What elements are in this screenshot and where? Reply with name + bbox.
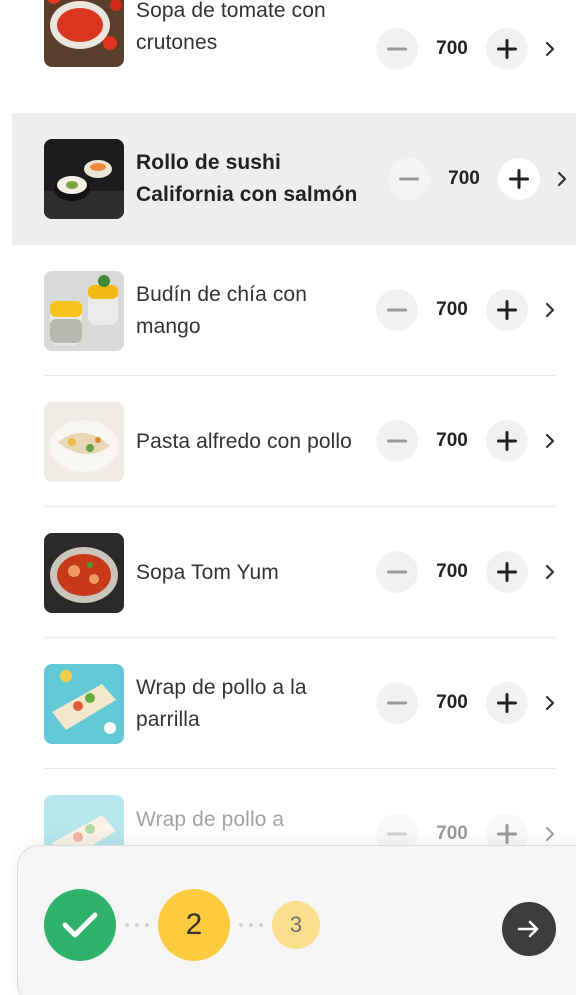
chevron-right-icon[interactable]: [542, 432, 558, 450]
decrease-button[interactable]: [376, 289, 418, 331]
decrease-button[interactable]: [388, 158, 430, 200]
list-item[interactable]: Budín de chía con mango 700: [0, 245, 576, 376]
plus-icon: [497, 562, 517, 582]
step-current[interactable]: 2: [158, 889, 230, 961]
step-upcoming[interactable]: 3: [272, 901, 320, 949]
chevron-right-icon[interactable]: [554, 170, 570, 188]
dish-photo: [44, 139, 124, 219]
increase-button[interactable]: [486, 551, 528, 593]
quantity-value: 700: [436, 38, 468, 59]
plus-icon: [497, 39, 517, 59]
chevron-right-icon[interactable]: [542, 825, 558, 843]
plus-icon: [497, 431, 517, 451]
plus-icon: [509, 169, 529, 189]
dish-photo: [44, 401, 124, 482]
plus-icon: [497, 824, 517, 844]
dish-photo: [44, 663, 124, 744]
quantity-value: 700: [436, 430, 468, 451]
dish-photo: [44, 0, 124, 67]
increase-button[interactable]: [486, 28, 528, 70]
menu-list: Sopa de tomate con crutones 700 Rollo de…: [0, 0, 576, 900]
dish-photo: [44, 532, 124, 613]
progress-steps: 2 3: [44, 888, 320, 962]
dish-name: Pasta alfredo con pollo: [136, 429, 352, 453]
increase-button[interactable]: [486, 682, 528, 724]
quantity-value: 700: [436, 823, 468, 844]
minus-icon: [387, 308, 407, 312]
checkout-progress-panel: 2 3: [17, 845, 576, 995]
quantity-value: 700: [436, 299, 468, 320]
quantity-stepper: 700: [376, 28, 528, 70]
quantity-value: 700: [436, 692, 468, 713]
chevron-right-icon[interactable]: [542, 40, 558, 58]
quantity-value: 700: [436, 561, 468, 582]
minus-icon: [387, 570, 407, 574]
minus-icon: [387, 832, 407, 836]
chevron-right-icon[interactable]: [542, 563, 558, 581]
decrease-button[interactable]: [376, 551, 418, 593]
dish-name: Sopa de tomate con crutones: [136, 0, 326, 54]
dish-name: Sopa Tom Yum: [136, 560, 279, 584]
list-item[interactable]: Pasta alfredo con pollo 700: [0, 376, 576, 507]
quantity-value: 700: [448, 168, 480, 189]
list-item[interactable]: Sopa Tom Yum 700: [0, 507, 576, 638]
dish-photo: [44, 270, 124, 351]
dish-name: Budín de chía con mango: [136, 282, 307, 338]
decrease-button[interactable]: [376, 682, 418, 724]
order-screen: Sopa de tomate con crutones 700 Rollo de…: [0, 0, 576, 995]
step-completed[interactable]: [44, 889, 116, 961]
minus-icon: [399, 177, 419, 181]
quantity-stepper: 700: [376, 551, 528, 593]
check-icon: [62, 912, 98, 938]
next-button[interactable]: [502, 902, 556, 956]
increase-button[interactable]: [486, 420, 528, 462]
chevron-right-icon[interactable]: [542, 694, 558, 712]
list-item[interactable]: Wrap de pollo a la parrilla 700: [0, 638, 576, 769]
dish-name: Rollo de sushi California con salmón: [136, 151, 358, 206]
chevron-right-icon[interactable]: [542, 301, 558, 319]
list-item[interactable]: Sopa de tomate con crutones 700: [0, 0, 576, 113]
increase-button[interactable]: [498, 158, 540, 200]
minus-icon: [387, 439, 407, 443]
plus-icon: [497, 300, 517, 320]
quantity-stepper: 700: [376, 682, 528, 724]
arrow-right-icon: [517, 920, 539, 938]
plus-icon: [497, 693, 517, 713]
quantity-stepper: 700: [376, 420, 528, 462]
dish-name: Wrap de pollo a la parrilla: [136, 675, 307, 731]
decrease-button[interactable]: [376, 420, 418, 462]
quantity-stepper: 700: [376, 289, 528, 331]
increase-button[interactable]: [486, 289, 528, 331]
dish-name: Wrap de pollo a: [136, 807, 285, 831]
minus-icon: [387, 701, 407, 705]
decrease-button[interactable]: [376, 28, 418, 70]
quantity-stepper: 700: [388, 158, 540, 200]
step-connector: [116, 923, 158, 927]
minus-icon: [387, 47, 407, 51]
step-connector: [230, 923, 272, 927]
list-item[interactable]: Rollo de sushi California con salmón 700: [12, 113, 576, 245]
